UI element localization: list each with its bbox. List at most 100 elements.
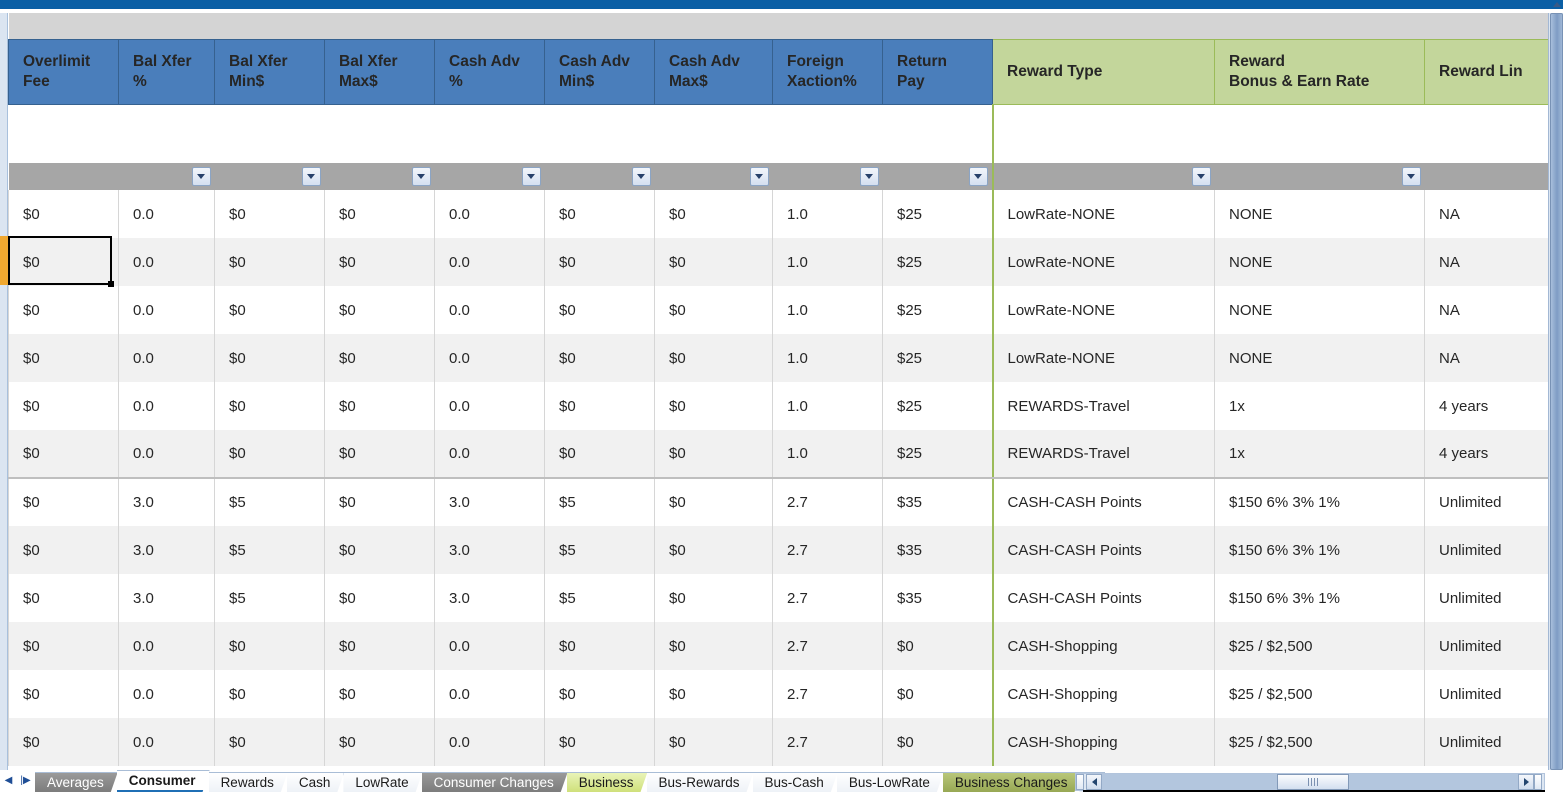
cell-cash_adv_max[interactable]: $0 [654,670,773,718]
cell-cash_adv_max[interactable]: $0 [654,190,773,238]
cell-reward_bonus[interactable]: $25 / $2,500 [1214,622,1425,670]
cell-overlimit_fee[interactable]: $0 [8,286,119,334]
filter-cell-return-pay[interactable] [882,163,993,190]
cell-cash_adv_max[interactable]: $0 [654,430,773,479]
filter-cell-reward-type[interactable] [991,163,1215,190]
cell-bal_xfer_max[interactable]: $0 [324,526,435,574]
cell-reward_limit[interactable]: 4 years [1424,382,1548,430]
cell-cash_adv_pct[interactable]: 0.0 [434,622,545,670]
cell-bal_xfer_max[interactable]: $0 [324,382,435,430]
cell-reward_type[interactable]: REWARDS-Travel [991,382,1215,430]
cell-bal_xfer_pct[interactable]: 0.0 [118,382,215,430]
cell-reward_type[interactable]: LowRate-NONE [991,238,1215,286]
cell-cash_adv_max[interactable]: $0 [654,574,773,622]
cell-bal_xfer_pct[interactable]: 0.0 [118,286,215,334]
cell-reward_bonus[interactable]: $150 6% 3% 1% [1214,526,1425,574]
filter-dropdown-icon[interactable] [521,167,541,186]
filter-cell-bal-xfer-min[interactable] [214,163,325,190]
table-row[interactable]: $0 0.0 $0 $0 0.0 $0 $0 1.0 $25 LowRate-NONE NONE NA [8,190,1548,238]
cell-foreign_xaction[interactable]: 2.7 [772,670,883,718]
cell-reward_limit[interactable]: Unlimited [1424,574,1548,622]
table-row[interactable]: $0 3.0 $5 $0 3.0 $5 $0 2.7 $35 CASH-CASH Points $1… [8,478,1548,526]
cell-reward_type[interactable]: LowRate-NONE [991,286,1215,334]
filter-dropdown-icon[interactable] [968,167,988,186]
cell-cash_adv_min[interactable]: $5 [544,574,655,622]
cell-cash_adv_max[interactable]: $0 [654,718,773,766]
horizontal-scroll-track[interactable] [1102,774,1518,790]
cell-bal_xfer_max[interactable]: $0 [324,478,435,526]
col-header-cash-adv-min[interactable]: Cash Adv Min$ [544,38,655,105]
cell-bal_xfer_max[interactable]: $0 [324,190,435,238]
filter-cell-reward-bonus[interactable] [1214,163,1425,190]
filter-cell-bal-xfer-max[interactable] [324,163,435,190]
cell-bal_xfer_min[interactable]: $5 [214,574,325,622]
cell-bal_xfer_max[interactable]: $0 [324,622,435,670]
cell-foreign_xaction[interactable]: 2.7 [772,526,883,574]
cell-cash_adv_min[interactable]: $0 [544,286,655,334]
sheet-grid[interactable]: Overlimit Fee Bal Xfer % Bal Xfer Min$ B… [8,13,1548,770]
cell-bal_xfer_max[interactable]: $0 [324,718,435,766]
cell-reward_bonus[interactable]: NONE [1214,238,1425,286]
sheet-tab-bus-lowrate[interactable]: Bus-LowRate [837,772,944,792]
sheet-tab-consumer[interactable]: Consumer [117,770,210,792]
cell-cash_adv_max[interactable]: $0 [654,478,773,526]
scrollbar-split-handle[interactable] [1076,774,1084,790]
sheet-tab-averages[interactable]: Averages [35,772,118,792]
cell-bal_xfer_max[interactable]: $0 [324,430,435,479]
cell-cash_adv_min[interactable]: $5 [544,478,655,526]
col-header-return-pay[interactable]: Return Pay [882,38,993,105]
cell-bal_xfer_min[interactable]: $0 [214,718,325,766]
cell-cash_adv_pct[interactable]: 0.0 [434,190,545,238]
cell-cash_adv_max[interactable]: $0 [654,622,773,670]
cell-reward_bonus[interactable]: 1x [1214,430,1425,479]
cell-reward_bonus[interactable]: $25 / $2,500 [1214,670,1425,718]
cell-return_pay[interactable]: $25 [882,382,993,430]
cell-cash_adv_pct[interactable]: 0.0 [434,430,545,479]
cell-reward_limit[interactable]: NA [1424,286,1548,334]
cell-bal_xfer_min[interactable]: $5 [214,478,325,526]
filter-dropdown-icon[interactable] [859,167,879,186]
cell-reward_bonus[interactable]: $150 6% 3% 1% [1214,478,1425,526]
table-row[interactable]: $0 0.0 $0 $0 0.0 $0 $0 1.0 $25 LowRate-NONE NONE NA [8,286,1548,334]
cell-cash_adv_pct[interactable]: 0.0 [434,382,545,430]
cell-return_pay[interactable]: $0 [882,670,993,718]
cell-overlimit_fee[interactable]: $0 [8,478,119,526]
cell-overlimit_fee[interactable]: $0 [8,334,119,382]
table-row[interactable]: $0 0.0 $0 $0 0.0 $0 $0 2.7 $0 CASH-Shopping $25 / … [8,622,1548,670]
cell-cash_adv_pct[interactable]: 0.0 [434,334,545,382]
cell-reward_type[interactable]: LowRate-NONE [991,334,1215,382]
cell-reward_type[interactable]: CASH-CASH Points [991,478,1215,526]
table-row[interactable]: $0 3.0 $5 $0 3.0 $5 $0 2.7 $35 CASH-CASH Points $1… [8,574,1548,622]
cell-cash_adv_min[interactable]: $0 [544,238,655,286]
horizontal-scrollbar[interactable] [1075,773,1545,791]
sheet-tab-consumer-changes[interactable]: Consumer Changes [422,772,568,792]
cell-reward_limit[interactable]: NA [1424,334,1548,382]
sheet-nav-prev-icon[interactable]: ◀ [3,775,14,788]
cell-reward_limit[interactable]: Unlimited [1424,478,1548,526]
col-header-reward-bonus[interactable]: Reward Bonus & Earn Rate [1214,38,1425,105]
table-row[interactable]: $0 0.0 $0 $0 0.0 $0 $0 2.7 $0 CASH-Shopping $25 / … [8,670,1548,718]
cell-reward_bonus[interactable]: 1x [1214,382,1425,430]
cell-overlimit_fee[interactable]: $0 [8,526,119,574]
cell-reward_limit[interactable]: NA [1424,238,1548,286]
vertical-scrollbar[interactable] [1548,2,1563,770]
cell-cash_adv_min[interactable]: $0 [544,670,655,718]
cell-bal_xfer_max[interactable]: $0 [324,238,435,286]
cell-cash_adv_pct[interactable]: 3.0 [434,574,545,622]
cell-overlimit_fee[interactable]: $0 [8,430,119,479]
filter-dropdown-icon[interactable] [411,167,431,186]
filter-dropdown-icon[interactable] [631,167,651,186]
cell-bal_xfer_min[interactable]: $0 [214,430,325,479]
cell-return_pay[interactable]: $35 [882,478,993,526]
cell-bal_xfer_pct[interactable]: 0.0 [118,718,215,766]
cell-bal_xfer_pct[interactable]: 0.0 [118,622,215,670]
cell-return_pay[interactable]: $25 [882,238,993,286]
sheet-tab-cash[interactable]: Cash [287,772,345,792]
cell-reward_bonus[interactable]: NONE [1214,286,1425,334]
cell-bal_xfer_min[interactable]: $0 [214,382,325,430]
cell-overlimit_fee[interactable]: $0 [8,622,119,670]
cell-bal_xfer_pct[interactable]: 0.0 [118,670,215,718]
cell-cash_adv_pct[interactable]: 0.0 [434,238,545,286]
col-header-bal-xfer-min[interactable]: Bal Xfer Min$ [214,38,325,105]
sheet-tab-bus-rewards[interactable]: Bus-Rewards [647,772,754,792]
